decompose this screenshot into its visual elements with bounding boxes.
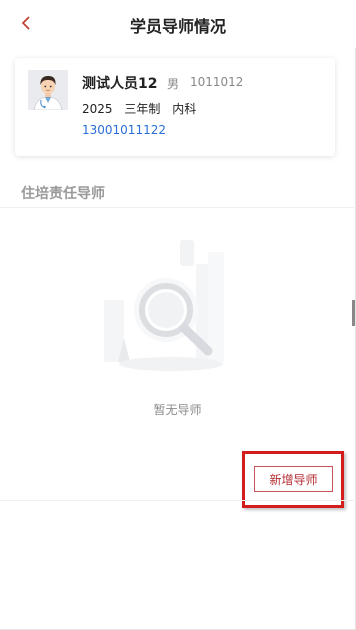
empty-magnifier-icon	[104, 240, 224, 371]
student-info-line: 2025 三年制 内科	[82, 100, 204, 117]
student-gender: 男	[167, 77, 180, 91]
scrollbar[interactable]	[352, 300, 355, 326]
student-phone-link[interactable]: 13001011122	[82, 123, 166, 137]
student-id: 1011012	[190, 75, 244, 89]
student-card: 测试人员12 男 1011012 2025 三年制 内科 13001011122	[15, 58, 335, 156]
page-title: 学员导师情况	[129, 17, 226, 36]
add-mentor-button[interactable]: 新增导师	[254, 466, 333, 492]
empty-state-text: 暂无导师	[153, 403, 202, 417]
doctor-avatar-icon	[28, 70, 68, 110]
nav-bar: 学员导师情况	[0, 0, 356, 48]
student-name: 测试人员12	[82, 76, 158, 92]
student-program: 三年制	[124, 102, 161, 116]
avatar	[28, 70, 68, 110]
student-year: 2025	[82, 102, 113, 116]
empty-state-illustration	[96, 230, 246, 380]
student-department: 内科	[172, 102, 197, 116]
section-title: 住培责任导师	[21, 186, 105, 202]
page: 学员导师情况 测试人员12 男 1011012 2025 三年制 内科 1300…	[0, 0, 356, 630]
content-divider	[0, 500, 356, 501]
section-divider	[0, 207, 356, 208]
